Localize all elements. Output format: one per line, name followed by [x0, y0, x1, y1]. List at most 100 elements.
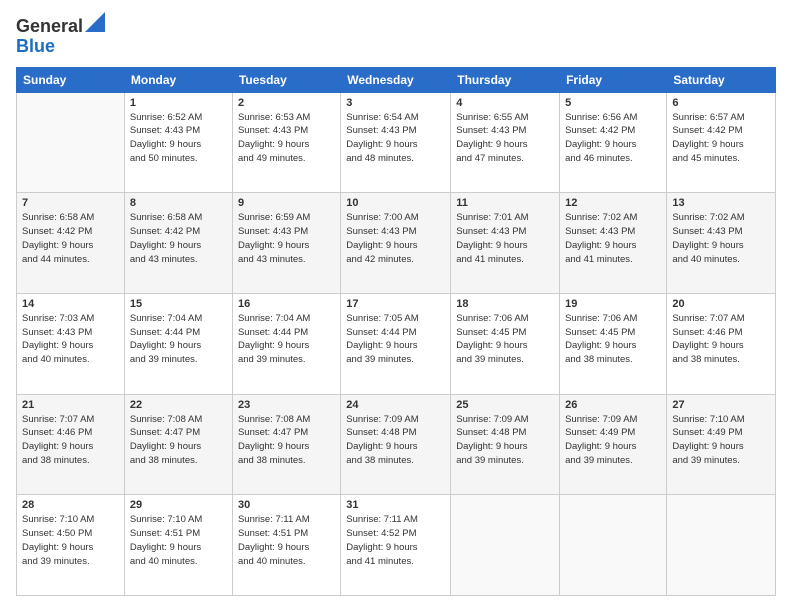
calendar-row-1: 7 Sunrise: 6:58 AM Sunset: 4:42 PM Daylig… — [17, 193, 776, 294]
calendar-header-saturday: Saturday — [667, 67, 776, 92]
calendar-cell: 16Sunrise: 7:04 AM Sunset: 4:44 PM Dayli… — [232, 293, 340, 394]
day-info: Sunrise: 7:11 AM Sunset: 4:51 PM Dayligh… — [238, 513, 335, 568]
day-number: 6 — [672, 97, 770, 109]
day-number: 15 — [130, 298, 227, 310]
calendar-header-thursday: Thursday — [451, 67, 560, 92]
day-info: Sunrise: 7:05 AM Sunset: 4:44 PM Dayligh… — [346, 312, 445, 367]
day-info: Sunrise: 7:10 AM Sunset: 4:51 PM Dayligh… — [130, 513, 227, 568]
calendar-cell: 31Sunrise: 7:11 AM Sunset: 4:52 PM Dayli… — [341, 495, 451, 596]
day-number: 2 — [238, 97, 335, 109]
day-info: Sunrise: 6:57 AM Sunset: 4:42 PM Dayligh… — [672, 111, 770, 166]
header: General Blue — [16, 16, 776, 57]
calendar-table: SundayMondayTuesdayWednesdayThursdayFrid… — [16, 67, 776, 596]
day-info: Sunrise: 6:53 AM Sunset: 4:43 PM Dayligh… — [238, 111, 335, 166]
day-info: Sunrise: 7:04 AM Sunset: 4:44 PM Dayligh… — [238, 312, 335, 367]
calendar-cell: 13Sunrise: 7:02 AM Sunset: 4:43 PM Dayli… — [667, 193, 776, 294]
logo-text: General Blue — [16, 16, 105, 57]
day-info: Sunrise: 7:11 AM Sunset: 4:52 PM Dayligh… — [346, 513, 445, 568]
day-info: Sunrise: 7:10 AM Sunset: 4:49 PM Dayligh… — [672, 413, 770, 468]
day-number: 30 — [238, 499, 335, 511]
day-number: 28 — [22, 499, 119, 511]
day-number: 29 — [130, 499, 227, 511]
calendar-row-3: 21Sunrise: 7:07 AM Sunset: 4:46 PM Dayli… — [17, 394, 776, 495]
day-info: Sunrise: 6:56 AM Sunset: 4:42 PM Dayligh… — [565, 111, 661, 166]
calendar-cell: 1Sunrise: 6:52 AM Sunset: 4:43 PM Daylig… — [124, 92, 232, 193]
calendar-header-row: SundayMondayTuesdayWednesdayThursdayFrid… — [17, 67, 776, 92]
day-info: Sunrise: 6:59 AM Sunset: 4:43 PM Dayligh… — [238, 211, 335, 266]
calendar-cell: 21Sunrise: 7:07 AM Sunset: 4:46 PM Dayli… — [17, 394, 125, 495]
calendar-cell: 15 Sunrise: 7:04 AM Sunset: 4:44 PM Dayli… — [124, 293, 232, 394]
day-number: 13 — [672, 197, 770, 209]
day-number: 23 — [238, 399, 335, 411]
day-info: Sunrise: 6:58 AM Sunset: 4:42 PM Dayligh… — [130, 211, 227, 266]
calendar-cell: 9 Sunrise: 6:59 AM Sunset: 4:43 PM Daylig… — [232, 193, 340, 294]
calendar-cell: 22Sunrise: 7:08 AM Sunset: 4:47 PM Dayli… — [124, 394, 232, 495]
day-number: 27 — [672, 399, 770, 411]
day-number: 21 — [22, 399, 119, 411]
day-number: 14 — [22, 298, 119, 310]
day-number: 22 — [130, 399, 227, 411]
calendar-cell: 28 Sunrise: 7:10 AM Sunset: 4:50 PM Dayli… — [17, 495, 125, 596]
calendar-row-2: 14 Sunrise: 7:03 AM Sunset: 4:43 PM Dayli… — [17, 293, 776, 394]
day-number: 11 — [456, 197, 554, 209]
logo-general: General — [16, 16, 83, 36]
calendar-cell: 3Sunrise: 6:54 AM Sunset: 4:43 PM Daylig… — [341, 92, 451, 193]
day-info: Sunrise: 7:09 AM Sunset: 4:48 PM Dayligh… — [346, 413, 445, 468]
calendar-row-0: 1Sunrise: 6:52 AM Sunset: 4:43 PM Daylig… — [17, 92, 776, 193]
day-info: Sunrise: 7:02 AM Sunset: 4:43 PM Dayligh… — [565, 211, 661, 266]
day-number: 8 — [130, 197, 227, 209]
day-info: Sunrise: 7:00 AM Sunset: 4:43 PM Dayligh… — [346, 211, 445, 266]
calendar-cell — [667, 495, 776, 596]
calendar-cell: 4 Sunrise: 6:55 AM Sunset: 4:43 PM Daylig… — [451, 92, 560, 193]
page: General Blue SundayMondayTuesdayWednesda… — [0, 0, 792, 612]
calendar-cell: 12 Sunrise: 7:02 AM Sunset: 4:43 PM Dayli… — [560, 193, 667, 294]
calendar-cell: 11Sunrise: 7:01 AM Sunset: 4:43 PM Dayli… — [451, 193, 560, 294]
calendar-cell — [17, 92, 125, 193]
day-info: Sunrise: 7:06 AM Sunset: 4:45 PM Dayligh… — [456, 312, 554, 367]
day-number: 19 — [565, 298, 661, 310]
calendar-cell: 27 Sunrise: 7:10 AM Sunset: 4:49 PM Dayli… — [667, 394, 776, 495]
calendar-cell: 5 Sunrise: 6:56 AM Sunset: 4:42 PM Daylig… — [560, 92, 667, 193]
calendar-row-4: 28 Sunrise: 7:10 AM Sunset: 4:50 PM Dayli… — [17, 495, 776, 596]
day-number: 1 — [130, 97, 227, 109]
calendar-header-tuesday: Tuesday — [232, 67, 340, 92]
calendar-cell: 18 Sunrise: 7:06 AM Sunset: 4:45 PM Dayli… — [451, 293, 560, 394]
day-number: 9 — [238, 197, 335, 209]
calendar-cell: 10 Sunrise: 7:00 AM Sunset: 4:43 PM Dayli… — [341, 193, 451, 294]
logo-blue: Blue — [16, 36, 55, 56]
day-number: 25 — [456, 399, 554, 411]
calendar-cell: 24 Sunrise: 7:09 AM Sunset: 4:48 PM Dayli… — [341, 394, 451, 495]
day-number: 12 — [565, 197, 661, 209]
calendar-cell — [560, 495, 667, 596]
day-info: Sunrise: 7:04 AM Sunset: 4:44 PM Dayligh… — [130, 312, 227, 367]
day-info: Sunrise: 7:06 AM Sunset: 4:45 PM Dayligh… — [565, 312, 661, 367]
day-number: 4 — [456, 97, 554, 109]
logo: General Blue — [16, 16, 105, 57]
calendar-cell — [451, 495, 560, 596]
day-number: 17 — [346, 298, 445, 310]
day-number: 5 — [565, 97, 661, 109]
day-number: 24 — [346, 399, 445, 411]
day-info: Sunrise: 7:03 AM Sunset: 4:43 PM Dayligh… — [22, 312, 119, 367]
day-info: Sunrise: 7:08 AM Sunset: 4:47 PM Dayligh… — [238, 413, 335, 468]
day-info: Sunrise: 7:10 AM Sunset: 4:50 PM Dayligh… — [22, 513, 119, 568]
day-info: Sunrise: 6:58 AM Sunset: 4:42 PM Dayligh… — [22, 211, 119, 266]
day-info: Sunrise: 6:54 AM Sunset: 4:43 PM Dayligh… — [346, 111, 445, 166]
calendar-header-wednesday: Wednesday — [341, 67, 451, 92]
day-info: Sunrise: 6:55 AM Sunset: 4:43 PM Dayligh… — [456, 111, 554, 166]
calendar-cell: 6 Sunrise: 6:57 AM Sunset: 4:42 PM Daylig… — [667, 92, 776, 193]
day-info: Sunrise: 7:07 AM Sunset: 4:46 PM Dayligh… — [672, 312, 770, 367]
day-number: 10 — [346, 197, 445, 209]
calendar-cell: 7 Sunrise: 6:58 AM Sunset: 4:42 PM Daylig… — [17, 193, 125, 294]
calendar-cell: 2 Sunrise: 6:53 AM Sunset: 4:43 PM Daylig… — [232, 92, 340, 193]
calendar-cell: 17 Sunrise: 7:05 AM Sunset: 4:44 PM Dayli… — [341, 293, 451, 394]
day-number: 20 — [672, 298, 770, 310]
calendar-cell: 30 Sunrise: 7:11 AM Sunset: 4:51 PM Dayli… — [232, 495, 340, 596]
day-info: Sunrise: 7:09 AM Sunset: 4:49 PM Dayligh… — [565, 413, 661, 468]
day-number: 18 — [456, 298, 554, 310]
calendar-cell: 25Sunrise: 7:09 AM Sunset: 4:48 PM Dayli… — [451, 394, 560, 495]
day-number: 7 — [22, 197, 119, 209]
calendar-cell: 23 Sunrise: 7:08 AM Sunset: 4:47 PM Dayli… — [232, 394, 340, 495]
calendar-cell: 8 Sunrise: 6:58 AM Sunset: 4:42 PM Daylig… — [124, 193, 232, 294]
calendar-cell: 19 Sunrise: 7:06 AM Sunset: 4:45 PM Dayli… — [560, 293, 667, 394]
